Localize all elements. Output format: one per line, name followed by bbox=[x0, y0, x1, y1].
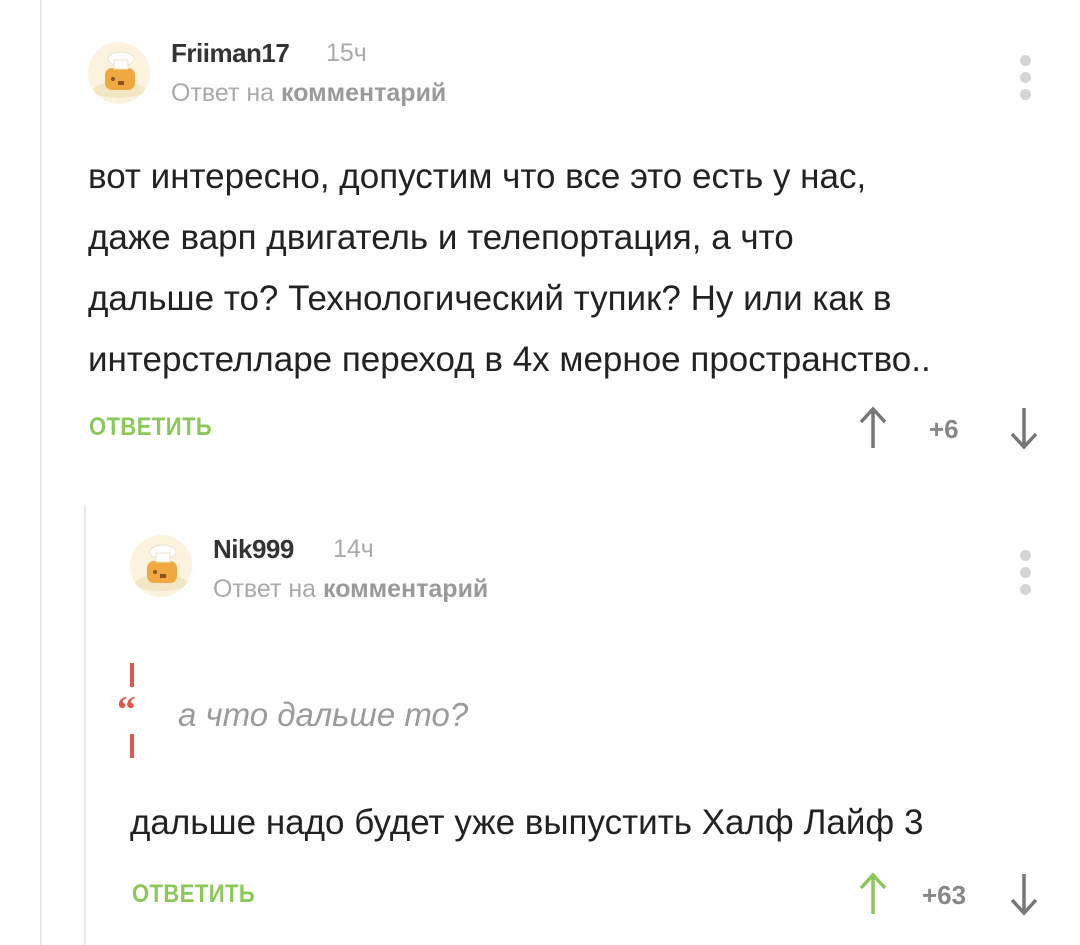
reply-button[interactable]: ОТВЕТИТЬ bbox=[89, 413, 212, 442]
reply-to-line: Ответ на комментарий bbox=[171, 79, 446, 108]
reply-to-prefix: Ответ на bbox=[171, 79, 275, 107]
comment-line: дальше то? Технологический тупик? Ну или… bbox=[88, 279, 892, 318]
reply-to-link[interactable]: комментарий bbox=[281, 79, 446, 107]
quote-bar-bottom bbox=[130, 734, 134, 758]
reply-to-link[interactable]: комментарий bbox=[323, 575, 488, 603]
timestamp: 14ч bbox=[333, 535, 374, 563]
upvote-arrow-icon[interactable] bbox=[858, 872, 888, 916]
more-menu-icon[interactable] bbox=[1018, 55, 1032, 106]
reply-button[interactable]: ОТВЕТИТЬ bbox=[132, 880, 255, 909]
comment-line: интерстелларе переход в 4х мерное простр… bbox=[88, 340, 931, 379]
downvote-arrow-icon[interactable] bbox=[1009, 872, 1039, 916]
avatar[interactable] bbox=[130, 535, 192, 597]
downvote-arrow-icon[interactable] bbox=[1009, 406, 1039, 450]
timestamp: 15ч bbox=[326, 39, 367, 67]
comment-line: вот интересно, допустим что все это есть… bbox=[88, 157, 867, 196]
quote-text: а что дальше то? bbox=[178, 696, 469, 733]
username[interactable]: Friiman17 bbox=[171, 38, 290, 69]
comment-line: даже варп двигатель и телепортация, а чт… bbox=[88, 218, 794, 257]
quote-bar-top bbox=[130, 663, 134, 687]
rating: +6 bbox=[929, 414, 959, 444]
comment-text: дальше надо будет уже выпустить Халф Лай… bbox=[130, 803, 924, 842]
rating: +63 bbox=[922, 880, 967, 910]
comment-text: вот интересно, допустим что все это есть… bbox=[88, 146, 931, 390]
avatar[interactable] bbox=[88, 42, 150, 104]
thread-line bbox=[40, 0, 42, 945]
thread-line-nested bbox=[84, 505, 86, 945]
more-menu-icon[interactable] bbox=[1018, 550, 1032, 601]
reply-to-line: Ответ на комментарий bbox=[213, 575, 488, 604]
username[interactable]: Nik999 bbox=[213, 534, 294, 565]
upvote-arrow-icon[interactable] bbox=[858, 406, 888, 450]
reply-to-prefix: Ответ на bbox=[213, 575, 317, 603]
quote-icon: “ bbox=[117, 689, 136, 731]
